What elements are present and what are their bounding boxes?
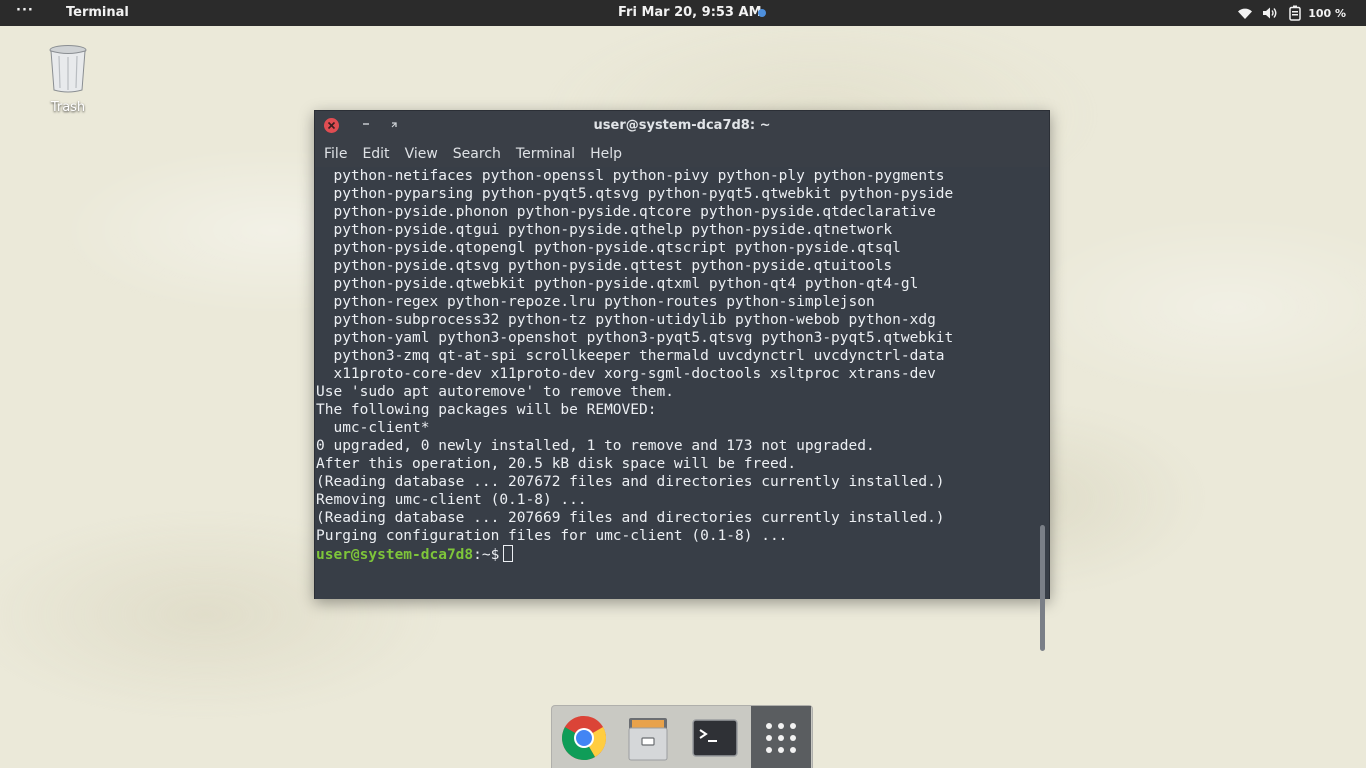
- output-line: Use 'sudo apt autoremove' to remove them…: [316, 384, 674, 400]
- menu-terminal[interactable]: Terminal: [516, 146, 575, 162]
- scrollbar[interactable]: [1040, 525, 1045, 651]
- top-bar: ··· Terminal Fri Mar 20, 9:53 AM 100 %: [0, 0, 1366, 26]
- clock[interactable]: Fri Mar 20, 9:53 AM: [618, 5, 762, 20]
- system-tray[interactable]: 100 %: [1237, 0, 1346, 26]
- output-line: python-pyside.phonon python-pyside.qtcor…: [316, 204, 936, 220]
- menu-view[interactable]: View: [405, 146, 438, 162]
- output-line: (Reading database ... 207669 files and d…: [316, 510, 945, 526]
- output-line: python-pyparsing python-pyqt5.qtsvg pyth…: [316, 186, 954, 202]
- trash-icon: [49, 45, 87, 93]
- output-line: x11proto-core-dev x11proto-dev xorg-sgml…: [316, 366, 936, 382]
- output-line: python-pyside.qtopengl python-pyside.qts…: [316, 240, 901, 256]
- menu-file[interactable]: File: [324, 146, 347, 162]
- wifi-icon[interactable]: [1237, 5, 1253, 21]
- output-line: python3-zmq qt-at-spi scrollkeeper therm…: [316, 348, 945, 364]
- desktop-icon-label: Trash: [50, 100, 86, 115]
- output-line: python-pyside.qtwebkit python-pyside.qtx…: [316, 276, 919, 292]
- app-menu[interactable]: Terminal: [66, 5, 129, 20]
- prompt-path: :~$: [473, 547, 500, 563]
- dock-chrome[interactable]: [560, 714, 610, 764]
- apps-grid-icon: [766, 723, 796, 753]
- menu-help[interactable]: Help: [590, 146, 622, 162]
- text-cursor: [503, 545, 514, 562]
- window-titlebar[interactable]: user@system-dca7d8: ~: [315, 111, 1049, 141]
- prompt-line[interactable]: user@system-dca7d8:~$: [316, 545, 1049, 563]
- menu-edit[interactable]: Edit: [362, 146, 389, 162]
- terminal-output[interactable]: python-netifaces python-openssl python-p…: [315, 167, 1049, 651]
- files-icon: [628, 718, 668, 761]
- terminal-icon: [692, 719, 738, 757]
- output-line: python-netifaces python-openssl python-p…: [316, 168, 945, 184]
- output-line: python-regex python-repoze.lru python-ro…: [316, 294, 875, 310]
- output-line: 0 upgraded, 0 newly installed, 1 to remo…: [316, 438, 875, 454]
- output-line: umc-client*: [316, 420, 430, 436]
- output-line: Purging configuration files for umc-clie…: [316, 528, 788, 544]
- output-line: After this operation, 20.5 kB disk space…: [316, 456, 797, 472]
- dock-terminal[interactable]: [691, 714, 741, 764]
- output-line: python-pyside.qtgui python-pyside.qthelp…: [316, 222, 893, 238]
- output-line: The following packages will be REMOVED:: [316, 402, 657, 418]
- output-line: python-pyside.qtsvg python-pyside.qttest…: [316, 258, 893, 274]
- battery-percent: 100 %: [1308, 6, 1346, 20]
- volume-icon[interactable]: [1262, 5, 1278, 21]
- output-line: Removing umc-client (0.1-8) ...: [316, 492, 587, 508]
- dock-files[interactable]: [625, 714, 675, 764]
- desktop-trash[interactable]: Trash: [40, 44, 96, 115]
- show-applications-button[interactable]: [751, 706, 811, 768]
- activities-button[interactable]: ···: [16, 3, 34, 18]
- battery-icon[interactable]: [1287, 5, 1303, 21]
- chrome-icon: [562, 716, 606, 760]
- output-line: python-yaml python3-openshot python3-pyq…: [316, 330, 954, 346]
- terminal-window[interactable]: user@system-dca7d8: ~ File Edit View Sea…: [314, 110, 1050, 651]
- notification-dot: [758, 9, 766, 17]
- prompt-user: user@system-dca7d8: [316, 547, 474, 563]
- output-line: (Reading database ... 207672 files and d…: [316, 474, 945, 490]
- window-title: user@system-dca7d8: ~: [593, 118, 771, 133]
- output-line: python-subprocess32 python-tz python-uti…: [316, 312, 936, 328]
- menu-bar: File Edit View Search Terminal Help: [315, 141, 1049, 167]
- menu-search[interactable]: Search: [453, 146, 501, 162]
- dock: [551, 705, 813, 768]
